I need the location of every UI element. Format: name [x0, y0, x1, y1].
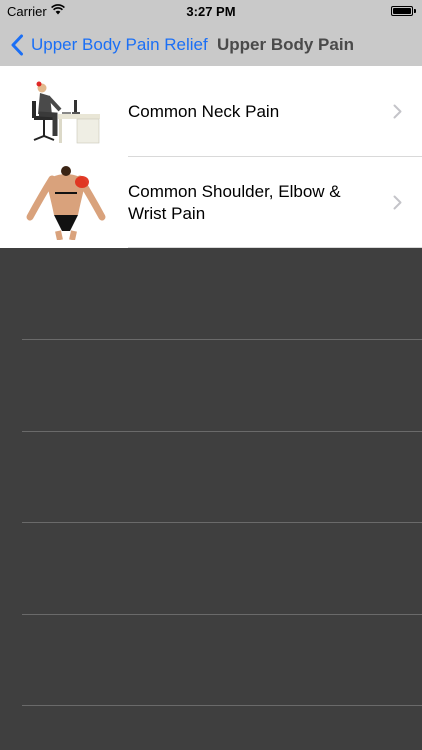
list-item-neck-pain[interactable]: Common Neck Pain: [0, 66, 422, 157]
empty-row-divider: [22, 431, 422, 432]
list-item-label: Common Neck Pain: [128, 101, 280, 121]
chevron-left-icon: [11, 34, 23, 56]
chevron-right-icon: [393, 104, 402, 119]
navigation-bar: Upper Body Pain Relief Upper Body Pain: [0, 24, 422, 66]
empty-row-divider: [22, 339, 422, 340]
back-button-label: Upper Body Pain Relief: [31, 35, 208, 54]
empty-row-divider: [22, 522, 422, 523]
empty-row-divider: [22, 705, 422, 706]
desk-worker-neck-pain-image: [22, 74, 110, 149]
status-bar: Carrier 3:27 PM: [0, 0, 422, 24]
chevron-right-icon: [393, 195, 402, 210]
list-item-shoulder-elbow-wrist-pain[interactable]: Common Shoulder, Elbow & Wrist Pain: [0, 157, 422, 248]
topic-list: Common Neck Pain Common Shoulder, Elbow …: [0, 66, 422, 248]
battery-icon: [391, 6, 416, 16]
status-time: 3:27 PM: [186, 4, 236, 19]
row-divider: [128, 247, 422, 248]
list-item-label: Common Shoulder, Elbow & Wrist Pain: [128, 181, 341, 223]
page-title: Upper Body Pain: [217, 35, 354, 54]
shoulder-pain-back-image: [22, 165, 110, 240]
back-button[interactable]: Upper Body Pain Relief: [10, 24, 208, 66]
empty-row-divider: [22, 614, 422, 615]
